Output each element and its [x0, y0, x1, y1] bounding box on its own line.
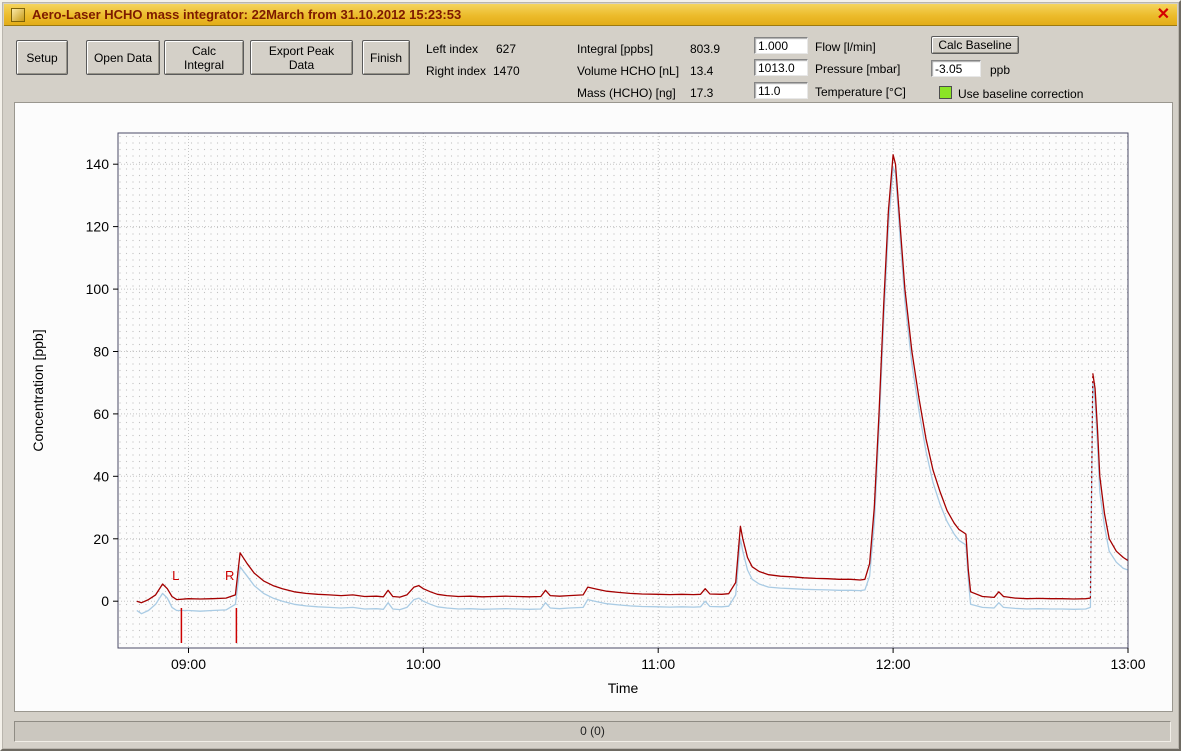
chart-panel: L R 0 20 40 60 80 100 120 140 09:00 10:00 11:00 12:00…	[14, 102, 1173, 712]
app-window: Aero-Laser HCHO mass integrator: 22March…	[0, 0, 1181, 751]
flow-input[interactable]	[754, 37, 808, 54]
volume-hcho-value: 13.4	[690, 64, 713, 78]
svg-text:80: 80	[93, 344, 109, 360]
svg-text:13:00: 13:00	[1110, 656, 1145, 672]
close-icon[interactable]: ✕	[1157, 7, 1170, 23]
left-index-value: 627	[496, 42, 516, 56]
pressure-label: Pressure [mbar]	[815, 62, 900, 76]
flow-label: Flow [l/min]	[815, 40, 876, 54]
baseline-unit-label: ppb	[990, 63, 1010, 77]
mass-hcho-value: 17.3	[690, 86, 713, 100]
window-title: Aero-Laser HCHO mass integrator: 22March…	[32, 7, 461, 22]
open-data-button[interactable]: Open Data	[86, 40, 160, 75]
status-bar: 0 (0)	[14, 721, 1171, 742]
svg-text:10:00: 10:00	[406, 656, 441, 672]
integral-label: Integral [ppbs]	[577, 42, 653, 56]
baseline-checkbox[interactable]	[939, 86, 952, 99]
status-text: 0 (0)	[580, 724, 605, 738]
svg-text:12:00: 12:00	[876, 656, 911, 672]
baseline-checkbox-label: Use baseline correction	[958, 87, 1083, 101]
window-icon	[11, 8, 25, 22]
finish-button[interactable]: Finish	[362, 40, 410, 75]
svg-text:60: 60	[93, 406, 109, 422]
calc-integral-button[interactable]: Calc Integral	[164, 40, 244, 75]
concentration-time-chart[interactable]: L R 0 20 40 60 80 100 120 140 09:00 10:00 11:00 12:00…	[15, 103, 1172, 711]
svg-text:100: 100	[86, 281, 110, 297]
baseline-value-input[interactable]	[931, 60, 981, 77]
svg-text:09:00: 09:00	[171, 656, 206, 672]
temperature-input[interactable]	[754, 82, 808, 99]
left-index-label: Left index	[426, 42, 478, 56]
pressure-input[interactable]	[754, 59, 808, 76]
export-peak-data-button[interactable]: Export Peak Data	[250, 40, 353, 75]
volume-hcho-label: Volume HCHO [nL]	[577, 64, 679, 78]
svg-text:120: 120	[86, 219, 110, 235]
title-bar[interactable]: Aero-Laser HCHO mass integrator: 22March…	[4, 4, 1177, 26]
svg-text:20: 20	[93, 531, 109, 547]
svg-text:R: R	[225, 568, 234, 583]
setup-button[interactable]: Setup	[16, 40, 68, 75]
right-index-label: Right index	[426, 64, 486, 78]
temperature-label: Temperature [°C]	[815, 85, 906, 99]
mass-hcho-label: Mass (HCHO) [ng]	[577, 86, 676, 100]
svg-text:40: 40	[93, 468, 109, 484]
svg-text:Concentration [ppb]: Concentration [ppb]	[30, 329, 46, 451]
svg-text:140: 140	[86, 156, 110, 172]
svg-text:11:00: 11:00	[641, 656, 675, 672]
svg-text:0: 0	[101, 593, 109, 609]
svg-text:Time: Time	[608, 680, 639, 696]
right-index-value: 1470	[493, 64, 520, 78]
calc-baseline-button[interactable]: Calc Baseline	[931, 36, 1019, 54]
integral-value: 803.9	[690, 42, 720, 56]
svg-text:L: L	[172, 568, 179, 583]
